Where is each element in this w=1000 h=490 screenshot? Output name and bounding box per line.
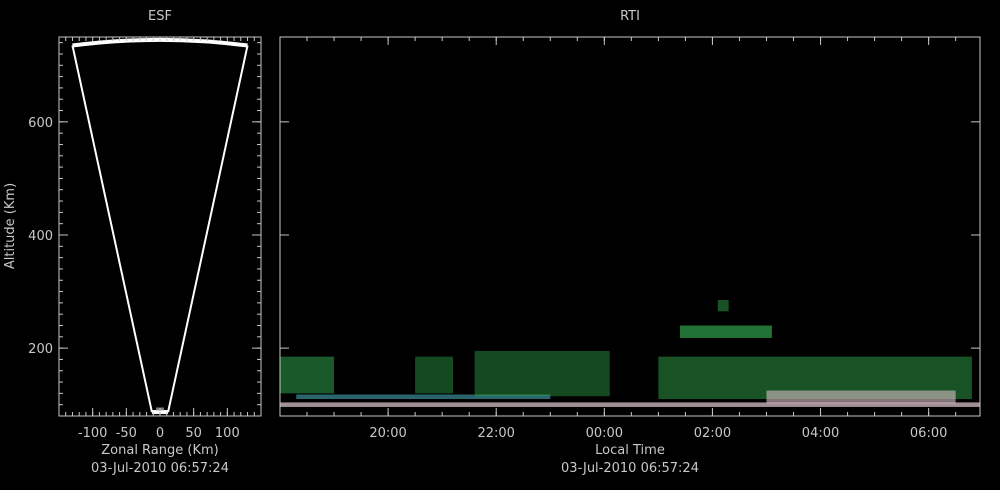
esf-plot-area [71, 37, 249, 415]
rti-echo-layer [415, 356, 453, 394]
esf-x-tick-label: 50 [185, 426, 202, 441]
rti-x-tick-label: 06:00 [910, 426, 947, 441]
esf-x-tick-label: -100 [78, 426, 108, 441]
esf-y-tick-label: 200 [28, 342, 53, 357]
esf-title: ESF [148, 9, 172, 24]
esf-y-tick-label: 400 [28, 229, 53, 244]
rti-x-tick-label: 04:00 [802, 426, 839, 441]
rti-xlabel: Local Time [595, 443, 665, 458]
esf-rti-figure: ESF -100 -50 0 50 100 200 400 600 Zonal Range (… [3, 9, 981, 476]
esf-x-tick-label: 100 [215, 426, 240, 441]
rti-echo-layer [280, 356, 335, 394]
esf-beam-right-edge [167, 45, 249, 413]
esf-panel: ESF -100 -50 0 50 100 200 400 600 Zonal Range (… [3, 9, 262, 476]
rti-echo-layer [474, 350, 610, 397]
esf-y-tick-label: 600 [28, 116, 53, 131]
rti-x-tick-label: 00:00 [586, 426, 623, 441]
rti-x-tick-label: 02:00 [694, 426, 731, 441]
esf-frame [58, 36, 262, 417]
esf-x-tick-label: 0 [156, 426, 164, 441]
esf-ylabel: Altitude (Km) [3, 183, 18, 269]
rti-echo-layer [717, 300, 729, 312]
esf-beam-left-edge [71, 45, 153, 413]
rti-plot-area [280, 300, 980, 407]
rti-x-tick-label: 20:00 [369, 426, 406, 441]
rti-x-tick-label: 22:00 [477, 426, 514, 441]
rti-panel: RTI 20:00 22:00 00:00 02:00 04:00 06:00 Local… [279, 9, 981, 476]
esf-xlabel: Zonal Range (Km) [101, 443, 218, 458]
rti-echo-layer [766, 390, 956, 404]
rti-echo-layer [680, 325, 772, 338]
rti-title: RTI [620, 9, 640, 24]
esf-footer: 03-Jul-2010 06:57:24 [91, 461, 229, 476]
esf-x-tick-label: -50 [116, 426, 137, 441]
rti-footer: 03-Jul-2010 06:57:24 [561, 461, 699, 476]
